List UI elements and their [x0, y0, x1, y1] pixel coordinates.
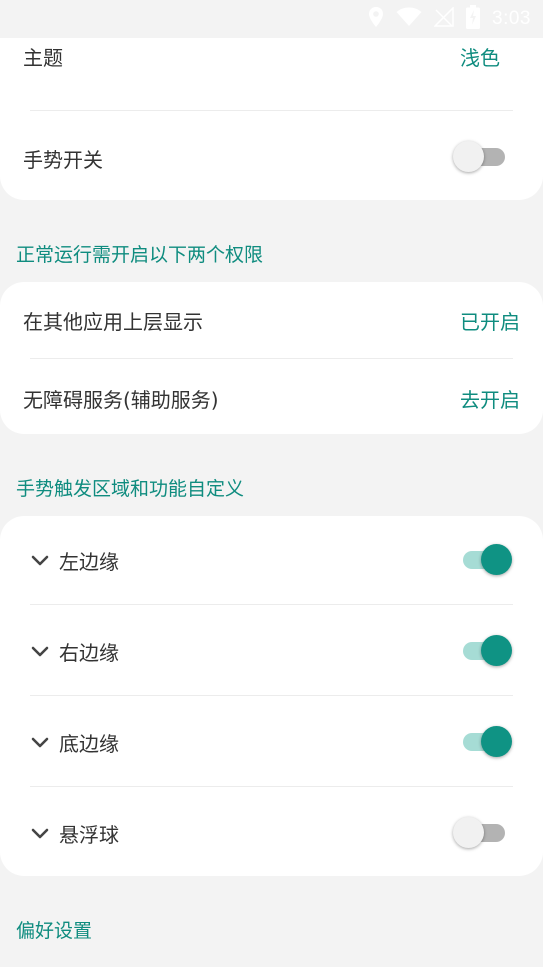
status-bar: 3:03	[0, 0, 543, 38]
divider	[30, 358, 513, 359]
gesture-areas-card: 左边缘 右边缘 底边缘 悬浮球	[0, 516, 543, 876]
left-edge-toggle[interactable]	[457, 543, 513, 577]
preferences-section-title: 偏好设置	[16, 920, 93, 942]
divider	[30, 604, 513, 605]
chevron-down-icon[interactable]	[30, 823, 50, 843]
permissions-section-title: 正常运行需开启以下两个权限	[16, 244, 264, 266]
right-edge-toggle[interactable]	[457, 634, 513, 668]
permissions-card: 在其他应用上层显示 已开启 无障碍服务(辅助服务) 去开启	[0, 282, 543, 434]
accessibility-permission-label: 无障碍服务(辅助服务)	[23, 387, 219, 412]
overlay-permission-row[interactable]: 在其他应用上层显示 已开启	[0, 302, 543, 338]
theme-row[interactable]: 主题 浅色	[0, 38, 543, 74]
switch-thumb	[481, 635, 512, 666]
switch-thumb	[481, 544, 512, 575]
divider	[30, 695, 513, 696]
accessibility-permission-action[interactable]: 去开启	[460, 384, 520, 413]
theme-value[interactable]: 浅色	[460, 42, 500, 71]
gesture-switch-toggle[interactable]	[453, 140, 509, 174]
status-time: 3:03	[492, 8, 531, 29]
gesture-area-label: 左边缘	[59, 549, 119, 574]
overlay-permission-status[interactable]: 已开启	[460, 306, 520, 335]
accessibility-permission-row[interactable]: 无障碍服务(辅助服务) 去开启	[0, 380, 543, 416]
battery-charging-icon	[466, 5, 481, 33]
switch-thumb	[481, 726, 512, 757]
divider	[30, 786, 513, 787]
gesture-switch-label: 手势开关	[23, 147, 103, 172]
signal-off-icon	[433, 6, 454, 31]
chevron-down-icon[interactable]	[30, 732, 50, 752]
theme-label: 主题	[23, 46, 63, 70]
general-settings-card: 主题 浅色 手势开关	[0, 38, 543, 200]
location-icon	[368, 6, 384, 32]
floating-ball-toggle[interactable]	[453, 816, 509, 850]
chevron-down-icon[interactable]	[30, 641, 50, 661]
overlay-permission-label: 在其他应用上层显示	[23, 309, 203, 334]
divider	[30, 110, 513, 111]
switch-thumb	[453, 817, 484, 848]
screen: 3:03 主题 浅色 手势开关 正常运行需开启以下两个权限 在其他应用上层显示 …	[0, 0, 543, 967]
wifi-icon	[396, 7, 422, 31]
chevron-down-icon[interactable]	[30, 550, 50, 570]
gesture-area-label: 右边缘	[59, 640, 119, 665]
switch-thumb	[453, 141, 484, 172]
bottom-edge-toggle[interactable]	[457, 725, 513, 759]
gesture-areas-section-title: 手势触发区域和功能自定义	[16, 478, 245, 500]
status-icons: 3:03	[368, 5, 531, 33]
gesture-area-label: 底边缘	[59, 731, 119, 756]
gesture-area-label: 悬浮球	[59, 822, 119, 847]
